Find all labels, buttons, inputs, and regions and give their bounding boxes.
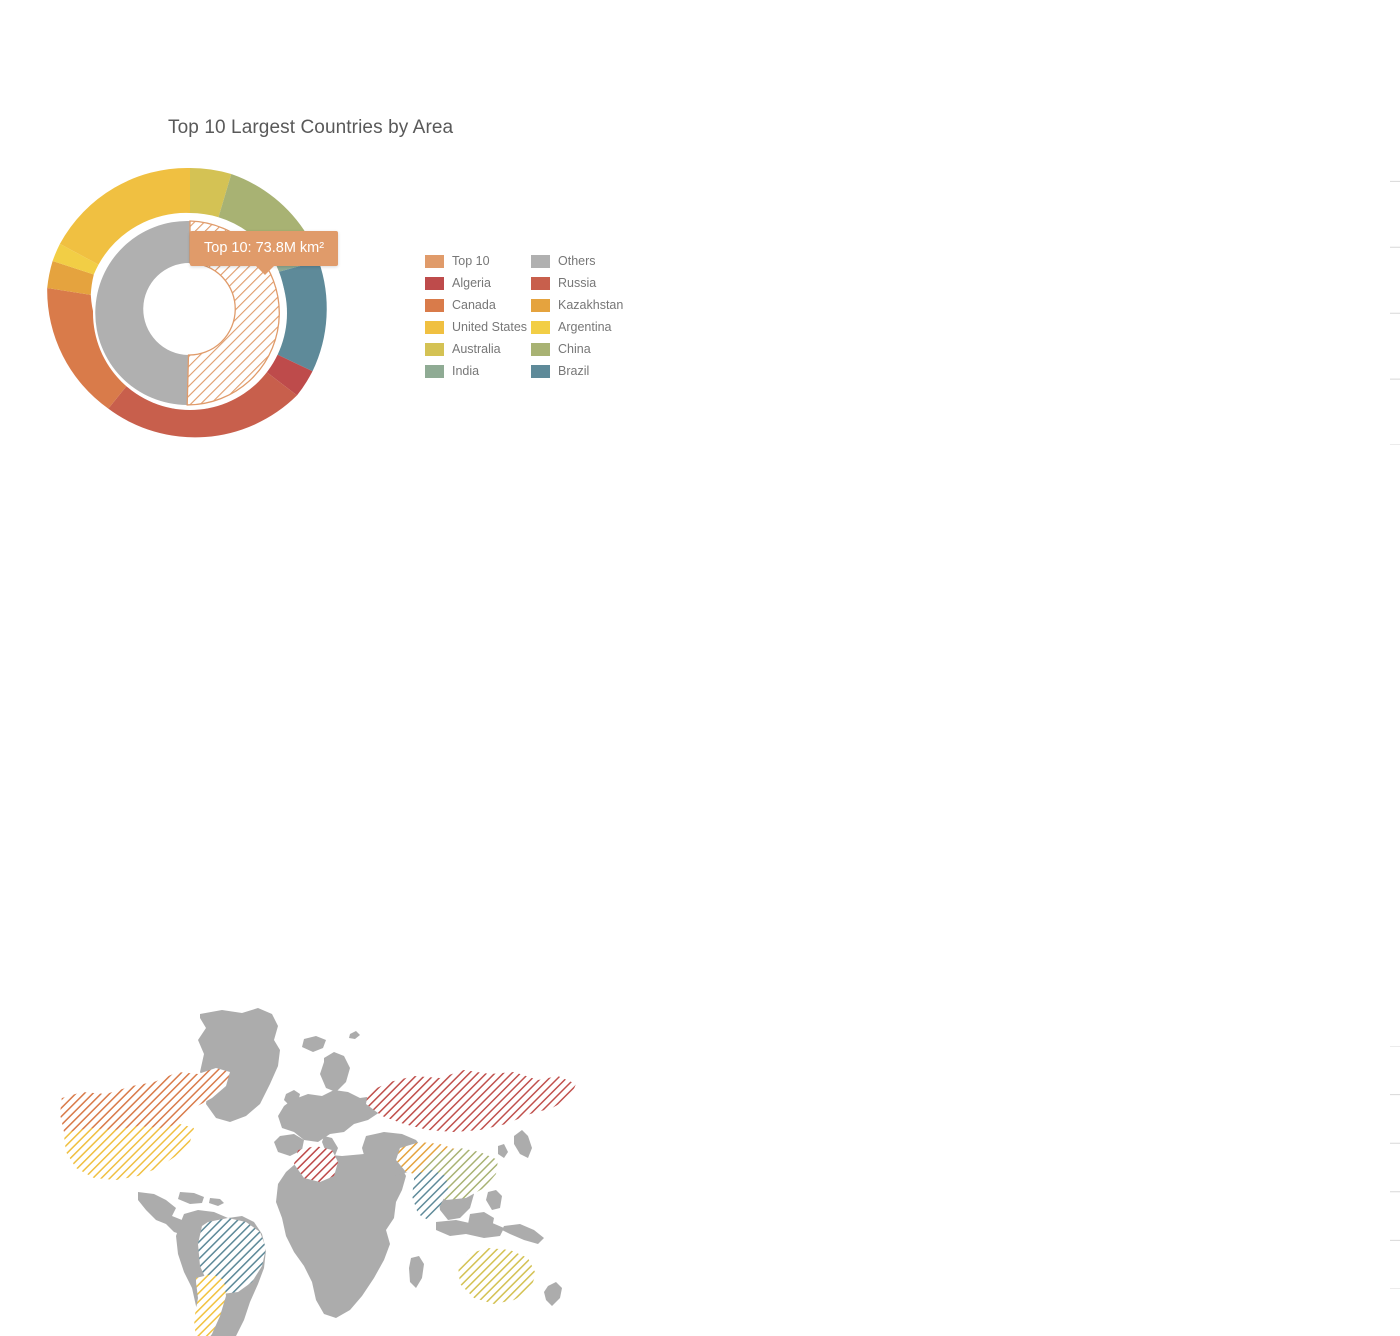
legend-label-argentina: Argentina bbox=[558, 320, 612, 334]
legend-item-canada[interactable]: Canada bbox=[425, 294, 531, 316]
legend-swatch-brazil bbox=[531, 364, 550, 378]
map-region-australia[interactable] bbox=[458, 1248, 536, 1304]
legend-item-australia[interactable]: Australia bbox=[425, 338, 531, 360]
bar-chart-svg bbox=[1390, 1046, 1400, 1289]
legend-swatch-algeria bbox=[425, 276, 444, 290]
world-map-svg bbox=[60, 1008, 576, 1336]
legend-label-kazakhstan: Kazakhstan bbox=[558, 298, 624, 312]
legend-item-brazil[interactable]: Brazil bbox=[531, 360, 637, 382]
legend-item-algeria[interactable]: Algeria bbox=[425, 272, 531, 294]
legend-swatch-canada bbox=[425, 298, 444, 312]
donut-chart-panel: Top 10 Largest Countries by Area Top 10:… bbox=[0, 0, 690, 484]
map-region-philippines bbox=[486, 1190, 502, 1210]
legend-swatch-russia bbox=[531, 276, 550, 290]
map-region-caribbean bbox=[178, 1192, 204, 1204]
legend-item-top-10[interactable]: Top 10 bbox=[425, 250, 531, 272]
legend-item-united-states[interactable]: United States bbox=[425, 316, 531, 338]
legend-swatch-china bbox=[531, 342, 550, 356]
bar-gridlines bbox=[1390, 1046, 1400, 1289]
map-region-scandinavia bbox=[320, 1052, 350, 1092]
map-region-russia[interactable] bbox=[366, 1070, 576, 1132]
map-region-new-zealand bbox=[544, 1282, 562, 1306]
map-region-japan bbox=[514, 1130, 532, 1158]
legend-item-others[interactable]: Others bbox=[531, 250, 637, 272]
bar-chart-panel: Urban/Rural Population Change bbox=[690, 484, 1400, 1289]
legend-label-australia: Australia bbox=[452, 342, 501, 356]
legend-label-canada: Canada bbox=[452, 298, 496, 312]
legend-swatch-top-10 bbox=[425, 254, 444, 268]
legend-swatch-others bbox=[531, 254, 550, 268]
legend-item-kazakhstan[interactable]: Kazakhstan bbox=[531, 294, 637, 316]
area-chart-plot[interactable] bbox=[1390, 155, 1400, 445]
legend-label-china: China bbox=[558, 342, 591, 356]
map-region-africa bbox=[276, 1154, 406, 1318]
legend-swatch-argentina bbox=[531, 320, 550, 334]
legend-swatch-australia bbox=[425, 342, 444, 356]
donut-legend: Top 10 Others Algeria Russia Canada Kaza… bbox=[425, 250, 637, 382]
area-gridlines bbox=[1390, 180, 1400, 445]
legend-item-argentina[interactable]: Argentina bbox=[531, 316, 637, 338]
map-region-madagascar bbox=[409, 1256, 424, 1288]
legend-swatch-kazakhstan bbox=[531, 298, 550, 312]
legend-label-india: India bbox=[452, 364, 480, 378]
map-region-united-states[interactable] bbox=[64, 1124, 194, 1180]
donut-chart[interactable] bbox=[35, 163, 345, 463]
legend-label-top-10: Top 10 bbox=[452, 254, 490, 268]
legend-swatch-united-states bbox=[425, 320, 444, 334]
area-x-axis: 1950 1960 1970 1980 1990 2000 2010 2020 … bbox=[1390, 444, 1400, 466]
map-region-svalbard bbox=[349, 1031, 360, 1039]
map-region-new-guinea bbox=[502, 1224, 544, 1244]
legend-label-russia: Russia bbox=[558, 276, 597, 290]
map-region-greenland bbox=[198, 1008, 280, 1122]
legend-item-china[interactable]: China bbox=[531, 338, 637, 360]
world-map[interactable] bbox=[28, 996, 608, 1336]
legend-item-india[interactable]: India bbox=[425, 360, 531, 382]
legend-label-united-states: United States bbox=[452, 320, 528, 334]
dashboard: Top 10 Largest Countries by Area Top 10:… bbox=[0, 0, 1400, 1336]
donut-tooltip: Top 10: 73.8M km² bbox=[190, 231, 339, 275]
legend-label-brazil: Brazil bbox=[558, 364, 590, 378]
legend-label-others: Others bbox=[558, 254, 596, 268]
legend-swatch-india bbox=[425, 364, 444, 378]
map-region-iceland bbox=[302, 1036, 326, 1052]
area-chart-svg bbox=[1390, 180, 1400, 445]
area-chart-panel: Population Dynamics (Top 10) 0M 1000M bbox=[690, 0, 1400, 484]
legend-item-russia[interactable]: Russia bbox=[531, 272, 637, 294]
bar-chart-legend: Rural Urban bbox=[1380, 1322, 1400, 1336]
bar-chart-plot[interactable] bbox=[1390, 1046, 1400, 1289]
map-region-korea bbox=[498, 1144, 508, 1158]
legend-label-algeria: Algeria bbox=[452, 276, 491, 290]
bar-x-axis: 1950 1960 1970 1980 1990 2000 2010 2020 … bbox=[1390, 1296, 1400, 1318]
donut-svg bbox=[47, 167, 327, 438]
donut-chart-title: Top 10 Largest Countries by Area bbox=[168, 117, 454, 138]
world-map-panel bbox=[0, 484, 690, 1336]
donut-tooltip-text: Top 10: 73.8M km² bbox=[204, 240, 325, 256]
map-region-hispaniola bbox=[209, 1198, 224, 1206]
